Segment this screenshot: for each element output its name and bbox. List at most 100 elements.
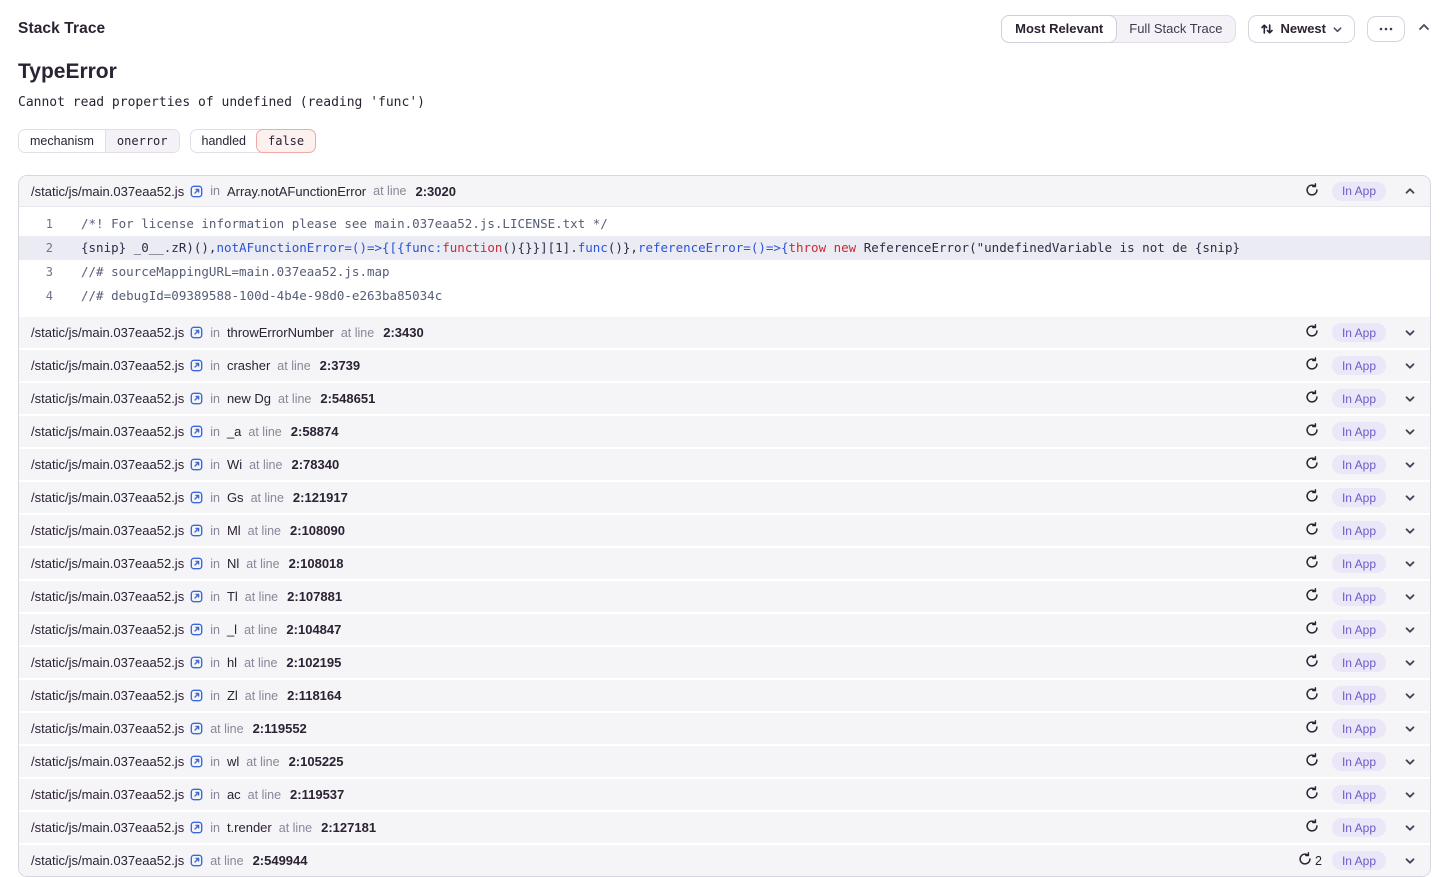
sort-newest-button[interactable]: Newest bbox=[1248, 15, 1355, 43]
frame-path: /static/js/main.037eaa52.js bbox=[31, 490, 184, 505]
open-in-new-icon[interactable] bbox=[190, 392, 203, 405]
frame-path: /static/js/main.037eaa52.js bbox=[31, 853, 184, 868]
frame-chevron-icon[interactable] bbox=[1402, 754, 1418, 770]
in-app-badge: In App bbox=[1332, 587, 1386, 606]
open-in-new-icon[interactable] bbox=[190, 359, 203, 372]
sort-label: Newest bbox=[1280, 21, 1326, 37]
open-in-new-icon[interactable] bbox=[190, 425, 203, 438]
in-app-badge: In App bbox=[1332, 818, 1386, 837]
tag-handled[interactable]: handled false bbox=[190, 129, 317, 153]
toggle-full-stack-trace[interactable]: Full Stack Trace bbox=[1116, 16, 1235, 42]
at-line-label: at line bbox=[210, 722, 243, 736]
open-in-new-icon[interactable] bbox=[190, 755, 203, 768]
frame-row[interactable]: /static/js/main.037eaa52.js in Wi at lin… bbox=[19, 449, 1430, 480]
frame-function: new Dg bbox=[227, 391, 271, 406]
frame-chevron-icon[interactable] bbox=[1402, 391, 1418, 407]
repeat-icon bbox=[1298, 852, 1312, 869]
frame-row[interactable]: /static/js/main.037eaa52.js in t.render … bbox=[19, 812, 1430, 843]
frame-function: Array.notAFunctionError bbox=[227, 184, 366, 199]
collapse-section-button[interactable] bbox=[1417, 20, 1431, 39]
frame-row[interactable]: /static/js/main.037eaa52.js in Ml at lin… bbox=[19, 515, 1430, 546]
frame-chevron-icon[interactable] bbox=[1402, 490, 1418, 506]
frame-function: Nl bbox=[227, 556, 239, 571]
frame-row[interactable]: /static/js/main.037eaa52.js in _a at lin… bbox=[19, 416, 1430, 447]
code-line: 3//# sourceMappingURL=main.037eaa52.js.m… bbox=[19, 260, 1430, 284]
frame-row[interactable]: /static/js/main.037eaa52.js at line 2:11… bbox=[19, 713, 1430, 744]
open-in-new-icon[interactable] bbox=[190, 326, 203, 339]
repeat-icon bbox=[1305, 588, 1319, 605]
open-in-new-icon[interactable] bbox=[190, 788, 203, 801]
frame-row[interactable]: /static/js/main.037eaa52.js in Gs at lin… bbox=[19, 482, 1430, 513]
open-in-new-icon[interactable] bbox=[190, 557, 203, 570]
open-in-new-icon[interactable] bbox=[190, 821, 203, 834]
frame-row[interactable]: /static/js/main.037eaa52.js in hl at lin… bbox=[19, 647, 1430, 678]
frame-chevron-icon[interactable] bbox=[1402, 622, 1418, 638]
repeat-icon bbox=[1305, 555, 1319, 572]
open-in-new-icon[interactable] bbox=[190, 623, 203, 636]
in-app-badge: In App bbox=[1332, 356, 1386, 375]
frame-lineno: 2:107881 bbox=[287, 589, 342, 604]
open-in-new-icon[interactable] bbox=[190, 656, 203, 669]
frame-chevron-icon[interactable] bbox=[1402, 721, 1418, 737]
tag-list: mechanism onerror handled false bbox=[18, 129, 1431, 153]
frame-chevron-icon[interactable] bbox=[1402, 589, 1418, 605]
at-line-label: at line bbox=[341, 326, 374, 340]
frame-row[interactable]: /static/js/main.037eaa52.js in Array.not… bbox=[19, 176, 1430, 207]
repeat-icon bbox=[1305, 489, 1319, 506]
repeat-count bbox=[1305, 390, 1322, 407]
in-label: in bbox=[210, 524, 220, 538]
frame-path: /static/js/main.037eaa52.js bbox=[31, 457, 184, 472]
in-label: in bbox=[210, 755, 220, 769]
frame-row[interactable]: /static/js/main.037eaa52.js in Zl at lin… bbox=[19, 680, 1430, 711]
open-in-new-icon[interactable] bbox=[190, 458, 203, 471]
open-in-new-icon[interactable] bbox=[190, 854, 203, 867]
repeat-icon bbox=[1305, 324, 1319, 341]
frame-chevron-icon[interactable] bbox=[1402, 820, 1418, 836]
frame-row[interactable]: /static/js/main.037eaa52.js in _l at lin… bbox=[19, 614, 1430, 645]
open-in-new-icon[interactable] bbox=[190, 689, 203, 702]
frame-lineno: 2:3430 bbox=[383, 325, 423, 340]
in-app-badge: In App bbox=[1332, 653, 1386, 672]
more-options-button[interactable] bbox=[1367, 16, 1405, 42]
frame-function: _a bbox=[227, 424, 241, 439]
frame-chevron-icon[interactable] bbox=[1402, 853, 1418, 869]
toggle-most-relevant[interactable]: Most Relevant bbox=[1001, 15, 1117, 43]
frame-chevron-icon[interactable] bbox=[1402, 457, 1418, 473]
repeat-icon bbox=[1305, 786, 1319, 803]
frame-chevron-icon[interactable] bbox=[1402, 424, 1418, 440]
frame-path: /static/js/main.037eaa52.js bbox=[31, 655, 184, 670]
open-in-new-icon[interactable] bbox=[190, 491, 203, 504]
frame-path: /static/js/main.037eaa52.js bbox=[31, 184, 184, 199]
frame-path: /static/js/main.037eaa52.js bbox=[31, 325, 184, 340]
repeat-icon bbox=[1305, 819, 1319, 836]
frame-row[interactable]: /static/js/main.037eaa52.js in wl at lin… bbox=[19, 746, 1430, 777]
frame-row[interactable]: /static/js/main.037eaa52.js in ac at lin… bbox=[19, 779, 1430, 810]
frame-chevron-icon[interactable] bbox=[1402, 688, 1418, 704]
frame-row[interactable]: /static/js/main.037eaa52.js in new Dg at… bbox=[19, 383, 1430, 414]
open-in-new-icon[interactable] bbox=[190, 590, 203, 603]
frame-chevron-icon[interactable] bbox=[1402, 556, 1418, 572]
frame-chevron-icon[interactable] bbox=[1402, 183, 1418, 199]
tag-mechanism[interactable]: mechanism onerror bbox=[18, 129, 180, 153]
open-in-new-icon[interactable] bbox=[190, 722, 203, 735]
frame-row[interactable]: /static/js/main.037eaa52.js in Tl at lin… bbox=[19, 581, 1430, 612]
repeat-count bbox=[1305, 654, 1322, 671]
open-in-new-icon[interactable] bbox=[190, 185, 203, 198]
error-type: TypeError bbox=[18, 60, 1431, 84]
open-in-new-icon[interactable] bbox=[190, 524, 203, 537]
frame-function: wl bbox=[227, 754, 239, 769]
repeat-count bbox=[1305, 621, 1322, 638]
frame-chevron-icon[interactable] bbox=[1402, 358, 1418, 374]
frame-row[interactable]: /static/js/main.037eaa52.js in crasher a… bbox=[19, 350, 1430, 381]
frame-row[interactable]: /static/js/main.037eaa52.js in Nl at lin… bbox=[19, 548, 1430, 579]
frame-chevron-icon[interactable] bbox=[1402, 523, 1418, 539]
frame-row[interactable]: /static/js/main.037eaa52.js in throwErro… bbox=[19, 317, 1430, 348]
frame-chevron-icon[interactable] bbox=[1402, 325, 1418, 341]
frame-chevron-icon[interactable] bbox=[1402, 787, 1418, 803]
frame-chevron-icon[interactable] bbox=[1402, 655, 1418, 671]
frame-lineno: 2:108090 bbox=[290, 523, 345, 538]
repeat-icon bbox=[1305, 456, 1319, 473]
repeat-count bbox=[1305, 819, 1322, 836]
frame-row[interactable]: /static/js/main.037eaa52.js at line 2:54… bbox=[19, 845, 1430, 876]
code-line: 2{snip} _0__.zR)(),notAFunctionError=()=… bbox=[19, 236, 1430, 260]
